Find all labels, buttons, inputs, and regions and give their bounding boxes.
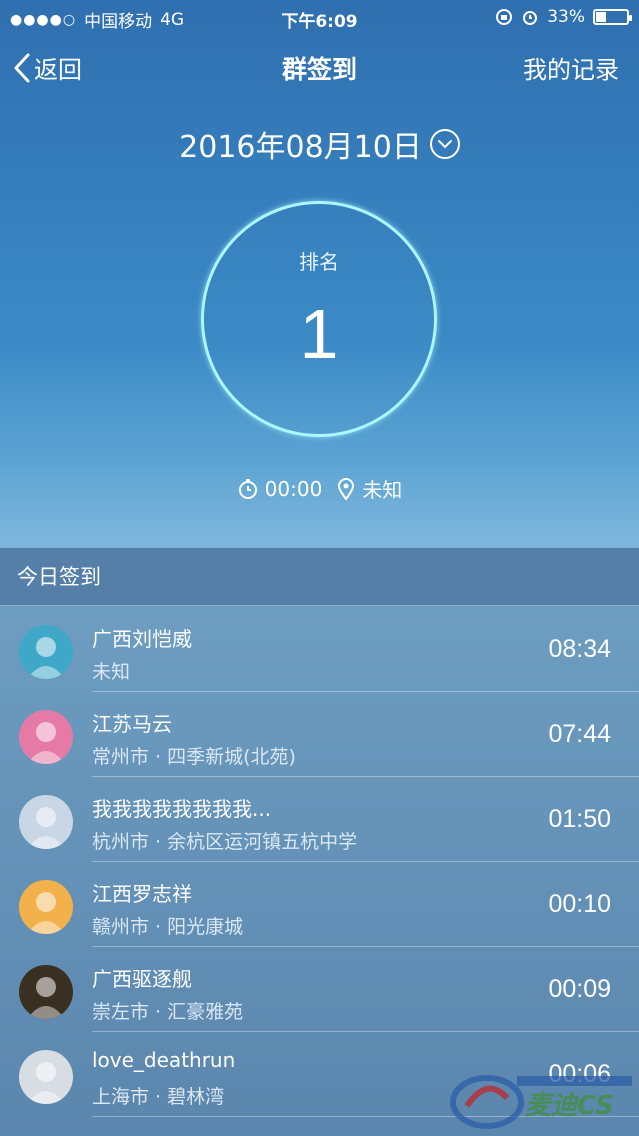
list-item-location: 常州市 · 四季新城(北苑) bbox=[92, 746, 296, 768]
checkin-location-value: 未知 bbox=[362, 478, 403, 502]
list-item-time: 00:10 bbox=[548, 890, 611, 918]
list-item[interactable]: 广西驱逐舰崇左市 · 汇豪雅苑 00:09 bbox=[0, 947, 639, 1032]
list-item[interactable]: 江西罗志祥赣州市 · 阳光康城 00:10 bbox=[0, 862, 639, 947]
photo-avatar bbox=[19, 965, 73, 1019]
checkin-time: 00:00 bbox=[237, 476, 323, 501]
list-item-location: 赣州市 · 阳光康城 bbox=[92, 916, 244, 938]
list-item-name: 我我我我我我我我... bbox=[92, 797, 272, 821]
list-item-location: 杭州市 · 余杭区运河镇五杭中学 bbox=[92, 831, 358, 853]
list-item-name: 广西驱逐舰 bbox=[92, 967, 192, 991]
list-item-name: 江西罗志祥 bbox=[92, 882, 192, 906]
list-item[interactable]: 我我我我我我我我... 杭州市 · 余杭区运河镇五杭中学 01:50 bbox=[0, 777, 639, 862]
status-bar: ●●●●○ 中国移动 4G 下午6:09 33% bbox=[0, 0, 639, 34]
my-records-button[interactable]: 我的记录 bbox=[523, 50, 619, 85]
svg-text:麦迪CS: 麦迪CS bbox=[525, 1091, 614, 1121]
list-item-time: 07:44 bbox=[548, 720, 611, 748]
harley-avatar bbox=[19, 710, 73, 764]
cartoon-boy-avatar bbox=[19, 625, 73, 679]
location-pin-icon bbox=[338, 477, 355, 501]
list-item-location: 上海市 · 碧林湾 bbox=[92, 1086, 225, 1108]
battery-percent: 33% bbox=[547, 7, 585, 27]
checkin-location: 未知 bbox=[336, 474, 402, 503]
date-selector[interactable]: 2016年08月10日 bbox=[0, 122, 639, 166]
list-item-name: 江苏马云 bbox=[92, 712, 172, 736]
list-item-location: 崇左市 · 汇豪雅苑 bbox=[92, 1001, 244, 1023]
list-item-name: 广西刘恺威 bbox=[92, 627, 192, 651]
list-item-location: 未知 bbox=[92, 661, 131, 683]
checkin-time-value: 00:00 bbox=[264, 476, 323, 501]
section-header-today: 今日签到 bbox=[0, 548, 639, 606]
rank-label: 排名 bbox=[299, 250, 339, 274]
list-item-time: 01:50 bbox=[548, 805, 611, 833]
watermark-logo-image: 麦迪CS bbox=[450, 1075, 632, 1129]
battery-icon bbox=[593, 9, 632, 25]
list-item-name: love_deathrun bbox=[92, 1048, 236, 1072]
stopwatch-icon bbox=[238, 478, 257, 499]
rotation-lock-icon bbox=[496, 9, 513, 25]
nav-bar: 返回 群签到 我的记录 bbox=[0, 40, 639, 92]
anime-couple-avatar bbox=[19, 795, 73, 849]
list-item[interactable]: 广西刘恺威未知 08:34 bbox=[0, 607, 639, 692]
rank-value: 1 bbox=[299, 295, 339, 373]
list-item-time: 08:34 bbox=[548, 635, 611, 663]
list-item[interactable]: 江苏马云常州市 · 四季新城(北苑) 07:44 bbox=[0, 692, 639, 777]
alarm-icon bbox=[523, 11, 538, 25]
checkin-info: 00:00 未知 bbox=[0, 474, 639, 503]
checkin-list: 广西刘恺威未知 08:34 江苏马云常州市 · 四季新城(北苑) 07:44 我我我我我… bbox=[0, 607, 639, 1117]
anime-girl-avatar bbox=[19, 880, 73, 934]
status-right: 33% bbox=[495, 7, 632, 27]
date-dropdown-button[interactable] bbox=[429, 129, 460, 159]
airplane-avatar bbox=[19, 1050, 73, 1104]
rank-circle: 排名 1 bbox=[201, 201, 437, 437]
watermark-logo: 麦迪CS bbox=[447, 1066, 637, 1136]
date-label: 2016年08月10日 bbox=[179, 130, 422, 165]
list-item-time: 00:09 bbox=[548, 975, 611, 1003]
chevron-down-icon bbox=[437, 140, 452, 149]
